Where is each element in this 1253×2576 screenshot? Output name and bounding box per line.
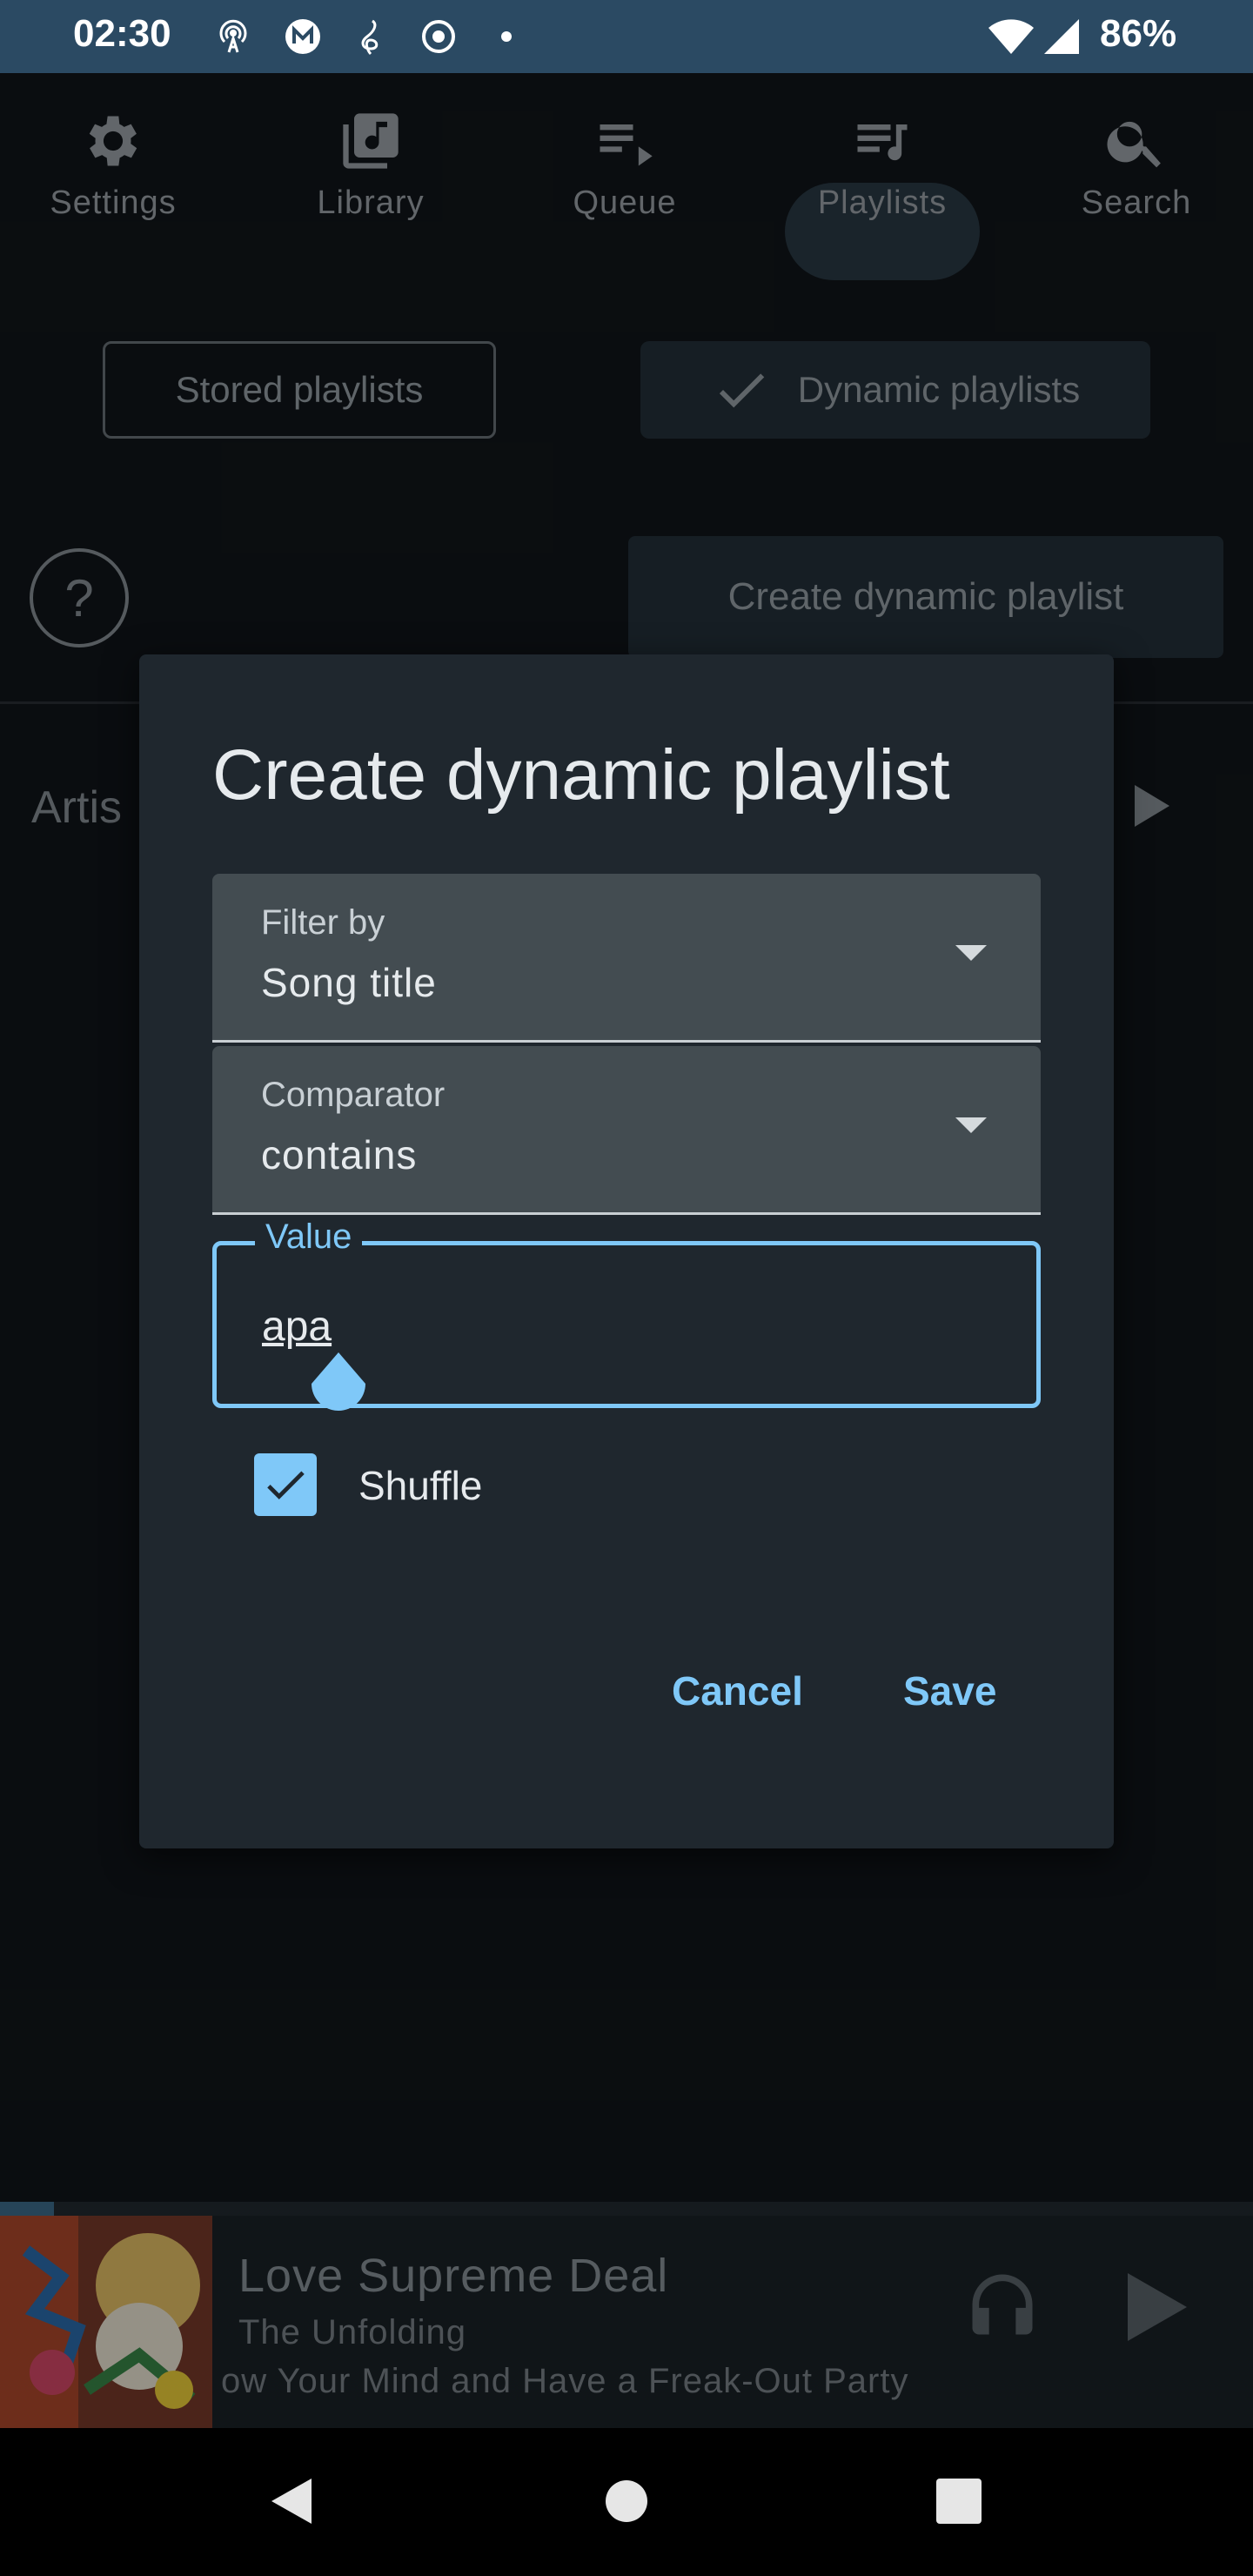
save-button[interactable]: Save (888, 1654, 1012, 1728)
dropdown-arrow-icon (955, 1117, 987, 1133)
system-navigation-bar (0, 2428, 1253, 2576)
recents-icon[interactable] (933, 2475, 985, 2527)
wifi-icon (987, 17, 1035, 56)
home-icon[interactable] (600, 2475, 653, 2527)
text-cursor-handle[interactable] (306, 1351, 371, 1419)
create-dynamic-playlist-dialog: Create dynamic playlist Filter by Song t… (139, 654, 1114, 1848)
cancel-button[interactable]: Cancel (656, 1654, 819, 1728)
back-icon[interactable] (266, 2475, 318, 2527)
value-input[interactable] (262, 1296, 975, 1357)
filter-by-value: Song title (261, 960, 437, 1005)
shuffle-label: Shuffle (358, 1463, 483, 1508)
filter-by-select[interactable]: Filter by Song title (212, 874, 1041, 1043)
status-bar: 02:30 86% (0, 0, 1253, 73)
value-label: Value (255, 1218, 363, 1257)
dialog-title: Create dynamic playlist (212, 735, 950, 815)
filter-by-label: Filter by (261, 903, 385, 942)
comparator-select[interactable]: Comparator contains (212, 1046, 1041, 1215)
comparator-label: Comparator (261, 1076, 446, 1114)
battery-level: 86% (1100, 12, 1177, 55)
dot-icon (487, 17, 526, 56)
m-icon (284, 17, 322, 56)
dropdown-arrow-icon (955, 945, 987, 961)
music-clef-icon (352, 17, 390, 56)
shuffle-checkbox[interactable] (254, 1453, 317, 1516)
record-icon (419, 17, 458, 56)
signal-icon (1041, 17, 1081, 56)
comparator-value: contains (261, 1132, 418, 1177)
hotspot-icon (214, 17, 252, 56)
checkmark-icon (267, 1471, 305, 1499)
status-time: 02:30 (73, 12, 171, 55)
